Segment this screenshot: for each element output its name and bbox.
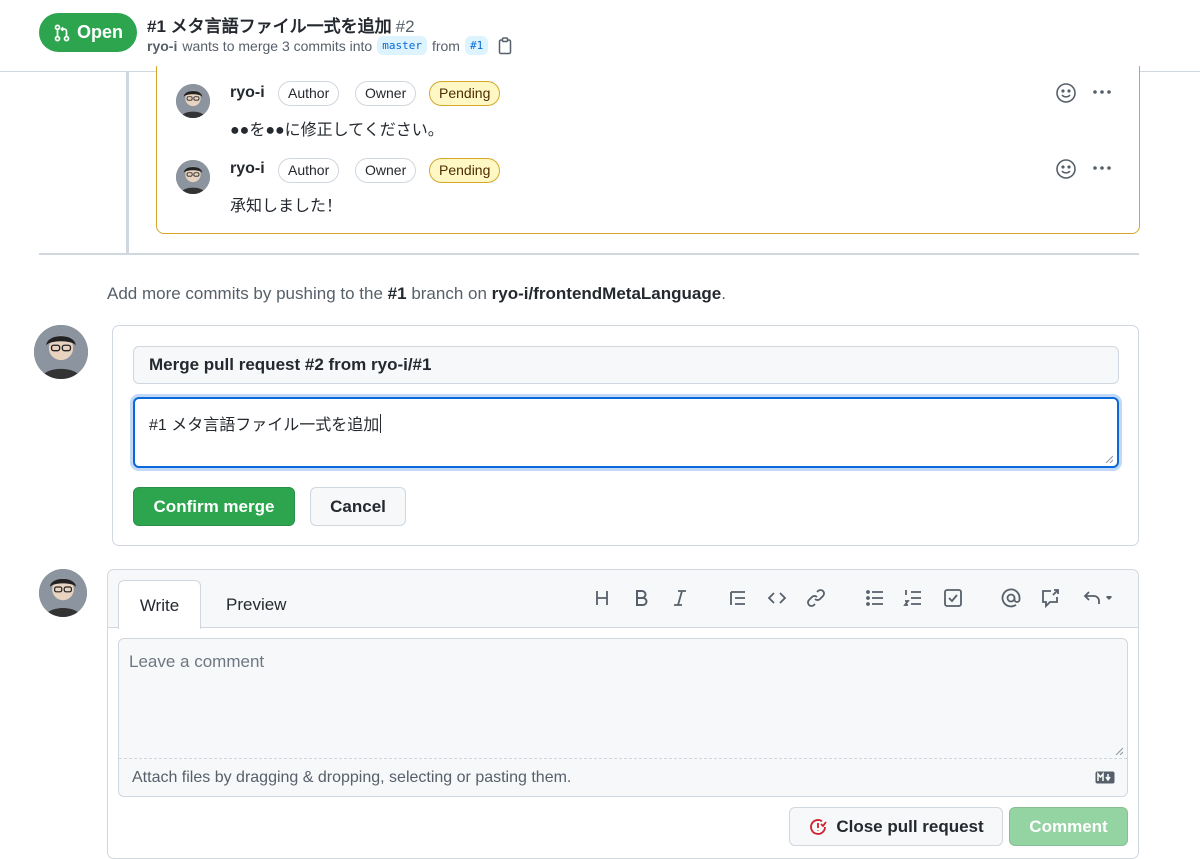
- add-commits-repo[interactable]: ryo-i/frontendMetaLanguage: [492, 284, 722, 303]
- pr-meta: ryo-i wants to merge 3 commits into mast…: [147, 36, 513, 55]
- merge-title-input[interactable]: Merge pull request #2 from ryo-i/#1: [133, 346, 1119, 384]
- quote-icon[interactable]: [725, 585, 751, 611]
- avatar[interactable]: [39, 569, 87, 617]
- pr-state-badge: Open: [39, 13, 137, 52]
- add-commits-suffix: .: [721, 284, 726, 303]
- code-icon[interactable]: [764, 585, 790, 611]
- comment-textarea[interactable]: Leave a comment: [119, 639, 1127, 759]
- heading-icon[interactable]: [589, 585, 615, 611]
- add-commits-prefix: Add more commits by pushing to the: [107, 284, 383, 303]
- copy-icon[interactable]: [497, 36, 513, 55]
- text-caret: [380, 414, 382, 433]
- author-label: Author: [278, 81, 340, 106]
- timeline-line: [126, 72, 129, 254]
- task-list-icon[interactable]: [940, 585, 966, 611]
- smiley-icon[interactable]: [1055, 158, 1077, 180]
- comment-body: ●●を●●に修正してください。: [230, 122, 444, 139]
- avatar-image: [39, 569, 87, 617]
- ordered-list-icon[interactable]: [900, 585, 926, 611]
- merge-message-textarea[interactable]: #1 メタ言語ファイル一式を追加: [133, 397, 1119, 468]
- reference-icon[interactable]: [1037, 585, 1063, 611]
- tab-preview[interactable]: Preview: [226, 595, 286, 615]
- pending-label: Pending: [429, 81, 501, 106]
- pr-title-text: #1 メタ言語ファイル一式を追加: [147, 17, 392, 36]
- git-pull-request-icon: [54, 24, 70, 41]
- merge-message-text: #1 メタ言語ファイル一式を追加: [149, 417, 380, 434]
- cancel-button[interactable]: Cancel: [310, 487, 406, 526]
- pr-author-link[interactable]: ryo-i: [147, 38, 177, 54]
- head-branch[interactable]: #1: [464, 36, 489, 55]
- smiley-icon[interactable]: [1055, 82, 1077, 104]
- bold-icon[interactable]: [628, 585, 654, 611]
- timeline-divider: [39, 253, 1139, 255]
- pr-from-text: from: [431, 37, 460, 54]
- resize-handle-icon[interactable]: [1105, 455, 1113, 463]
- add-commits-branch: #1: [387, 284, 407, 303]
- attach-files-hint[interactable]: Attach files by dragging & dropping, sel…: [132, 769, 571, 787]
- avatar-image: [176, 84, 210, 118]
- comment-placeholder: Leave a comment: [129, 652, 265, 671]
- resize-handle-icon[interactable]: [1115, 747, 1123, 755]
- unordered-list-icon[interactable]: [862, 585, 888, 611]
- avatar[interactable]: [176, 84, 210, 118]
- tab-write[interactable]: Write: [118, 580, 201, 629]
- add-commits-hint: Add more commits by pushing to the #1 br…: [107, 284, 726, 304]
- add-commits-middle: branch on: [411, 284, 487, 303]
- owner-label: Owner: [355, 81, 417, 106]
- page-title: #1 メタ言語ファイル一式を追加 #2: [147, 12, 415, 37]
- pending-label: Pending: [429, 158, 501, 183]
- pr-meta-text: wants to merge 3 commits into: [182, 37, 373, 54]
- avatar[interactable]: [176, 160, 210, 194]
- avatar-image: [34, 325, 88, 379]
- owner-label: Owner: [355, 158, 417, 183]
- issue-closed-icon: [810, 818, 828, 835]
- base-branch[interactable]: master: [377, 36, 427, 55]
- mention-icon[interactable]: [998, 585, 1024, 611]
- pr-state-label: Open: [76, 22, 123, 42]
- kebab-horizontal-icon[interactable]: [1091, 86, 1113, 98]
- comment-body: 承知しました！: [230, 198, 343, 215]
- close-pull-request-label: Close pull request: [836, 816, 984, 836]
- comment-author[interactable]: ryo-i: [230, 84, 265, 102]
- close-pull-request-button[interactable]: Close pull request: [789, 807, 1003, 846]
- comment-author[interactable]: ryo-i: [230, 160, 265, 178]
- avatar[interactable]: [34, 325, 88, 379]
- author-label: Author: [278, 158, 340, 183]
- reply-icon[interactable]: [1080, 585, 1116, 611]
- kebab-horizontal-icon[interactable]: [1091, 162, 1113, 174]
- link-icon[interactable]: [803, 585, 829, 611]
- confirm-merge-button[interactable]: Confirm merge: [133, 487, 295, 526]
- italic-icon[interactable]: [667, 585, 693, 611]
- avatar-image: [176, 160, 210, 194]
- pr-number: #2: [395, 17, 415, 36]
- markdown-icon[interactable]: [1095, 771, 1115, 784]
- comment-button[interactable]: Comment: [1009, 807, 1128, 846]
